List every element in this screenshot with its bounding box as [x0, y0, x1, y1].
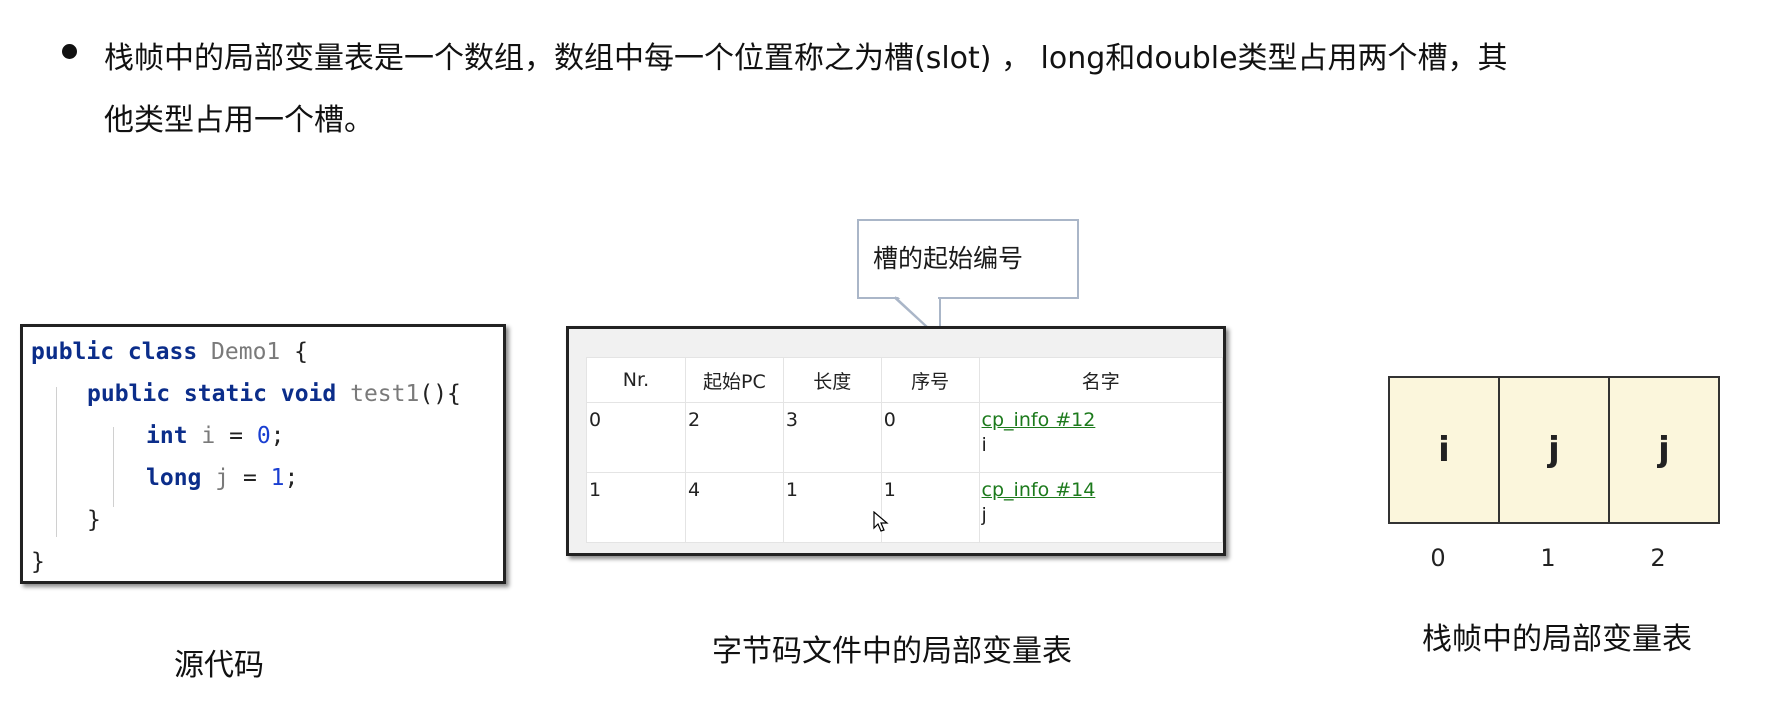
cell-start-pc: 4 — [684, 472, 784, 543]
cell-start-pc: 2 — [684, 402, 784, 473]
code-method-name: test1 — [350, 381, 420, 407]
code-operator: = — [229, 465, 271, 491]
cp-info-link[interactable]: cp_info #14 — [982, 479, 1222, 501]
bullet-line-2: 他类型占用一个槽。 — [104, 103, 374, 138]
column-header-length[interactable]: 长度 — [782, 357, 882, 403]
column-header-name[interactable]: 名字 — [978, 357, 1223, 403]
code-variable: j — [215, 465, 230, 491]
cell-name: cp_info #14 j — [978, 472, 1223, 543]
cell-length: 1 — [782, 472, 882, 543]
cp-info-link[interactable]: cp_info #12 — [982, 409, 1222, 431]
code-keyword: long — [146, 465, 202, 491]
slot-index: 1 — [1540, 544, 1556, 572]
variable-name: j — [981, 504, 987, 526]
table-header-row: Nr. 起始PC 长度 序号 名字 — [586, 357, 1223, 403]
slot-cell: i — [1388, 376, 1500, 524]
mouse-cursor-icon — [873, 511, 889, 532]
indent-guide — [113, 427, 114, 507]
column-header-start-pc[interactable]: 起始PC — [684, 357, 784, 403]
caption-source-code: 源代码 — [174, 648, 264, 683]
code-class-name: Demo1 — [211, 339, 281, 365]
source-code-box: public class Demo1 { public static void … — [20, 324, 506, 584]
table-row[interactable]: 1 4 1 1 cp_info #14 j — [586, 472, 1223, 543]
slot-cell: j — [1608, 376, 1720, 524]
tooltip-callout: 槽的起始编号 — [857, 219, 1079, 299]
slot-cell: j — [1498, 376, 1610, 524]
code-line-1: public class Demo1 { — [31, 337, 308, 367]
bullet-line-1: 栈帧中的局部变量表是一个数组，数组中每一个位置称之为槽(slot) ， long… — [104, 41, 1508, 76]
column-header-index[interactable]: 序号 — [880, 357, 980, 403]
code-punct: { — [280, 339, 308, 365]
code-punct: (){ — [419, 381, 461, 407]
caption-bytecode-table: 字节码文件中的局部变量表 — [712, 634, 1072, 669]
code-punct: ; — [284, 465, 299, 491]
code-line-2: public static void test1(){ — [87, 379, 461, 409]
bytecode-table-panel: Nr. 起始PC 长度 序号 名字 0 2 3 0 cp_info #12 i … — [566, 326, 1226, 556]
code-line-3: int i = 0; — [146, 421, 285, 451]
variable-name: i — [981, 434, 987, 456]
code-variable: i — [201, 423, 216, 449]
local-variable-table: Nr. 起始PC 长度 序号 名字 0 2 3 0 cp_info #12 i … — [586, 357, 1223, 543]
code-operator: = — [215, 423, 257, 449]
cell-nr: 0 — [586, 402, 686, 473]
code-line-5: } — [87, 507, 101, 533]
slot-index: 2 — [1650, 544, 1666, 572]
cell-nr: 1 — [586, 472, 686, 543]
cell-index: 1 — [880, 472, 980, 543]
code-punct: ; — [270, 423, 285, 449]
bullet-dot — [62, 44, 77, 59]
tooltip-text: 槽的起始编号 — [873, 244, 1024, 273]
code-line-4: long j = 1; — [146, 463, 298, 493]
code-number: 1 — [270, 465, 285, 491]
cell-length: 3 — [782, 402, 882, 473]
caption-stack-table: 栈帧中的局部变量表 — [1422, 622, 1692, 657]
slot-index: 0 — [1430, 544, 1446, 572]
cell-index: 0 — [880, 402, 980, 473]
cell-name: cp_info #12 i — [978, 402, 1223, 473]
table-row[interactable]: 0 2 3 0 cp_info #12 i — [586, 402, 1223, 473]
indent-guide — [56, 387, 57, 537]
code-keyword: public static void — [87, 381, 337, 407]
code-line-6: } — [31, 549, 45, 575]
bullet-paragraph: 栈帧中的局部变量表是一个数组，数组中每一个位置称之为槽(slot) ， long… — [104, 28, 1704, 152]
code-keyword: public class — [31, 339, 198, 365]
code-keyword: int — [146, 423, 188, 449]
column-header-nr[interactable]: Nr. — [586, 357, 686, 403]
code-number: 0 — [256, 423, 271, 449]
